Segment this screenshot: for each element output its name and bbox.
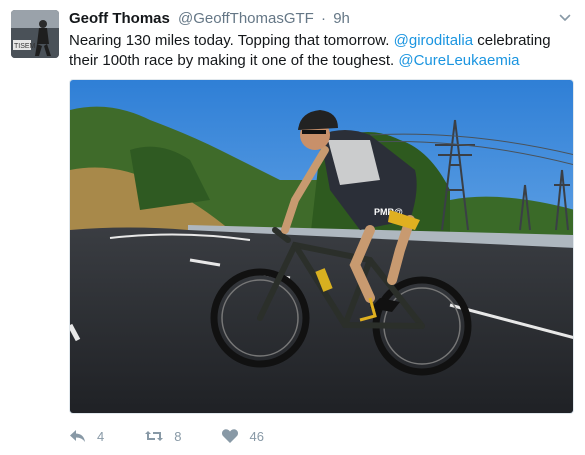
tweet-photo[interactable]: PMR@ xyxy=(69,79,574,414)
heart-icon xyxy=(222,429,239,443)
reply-button[interactable]: 4 xyxy=(69,428,104,444)
tweet-header: Geoff Thomas @GeoffThomasGTF · 9h xyxy=(69,9,350,28)
tweet-timestamp[interactable]: 9h xyxy=(333,10,350,27)
avatar-label: TISEM xyxy=(14,43,36,50)
retweet-icon xyxy=(145,431,164,441)
like-button[interactable]: 46 xyxy=(221,428,264,444)
tweet-actions: 4 8 46 xyxy=(69,424,304,448)
avatar-image: TISEM xyxy=(11,10,59,58)
reply-count: 4 xyxy=(97,428,105,444)
tweet-text-part: Nearing 130 miles today. Topping that to… xyxy=(69,32,394,49)
reply-icon xyxy=(70,430,85,442)
tweet-card: TISEM Geoff Thomas @GeoffThomasGTF · 9h … xyxy=(0,0,585,455)
tweet-text: Nearing 130 miles today. Topping that to… xyxy=(69,31,569,71)
retweet-button[interactable]: 8 xyxy=(144,428,181,444)
chevron-down-icon[interactable] xyxy=(559,12,571,24)
mention-cureleukaemia[interactable]: @CureLeukaemia xyxy=(398,52,519,69)
header-separator: · xyxy=(321,10,327,27)
retweet-count: 8 xyxy=(174,428,182,444)
mention-giroditalia[interactable]: @giroditalia xyxy=(394,32,473,49)
like-count: 46 xyxy=(249,428,264,444)
cyclist-photo: PMR@ xyxy=(70,80,573,413)
author-handle[interactable]: @GeoffThomasGTF xyxy=(178,10,314,27)
author-name[interactable]: Geoff Thomas xyxy=(69,10,170,27)
avatar[interactable]: TISEM xyxy=(11,10,59,58)
